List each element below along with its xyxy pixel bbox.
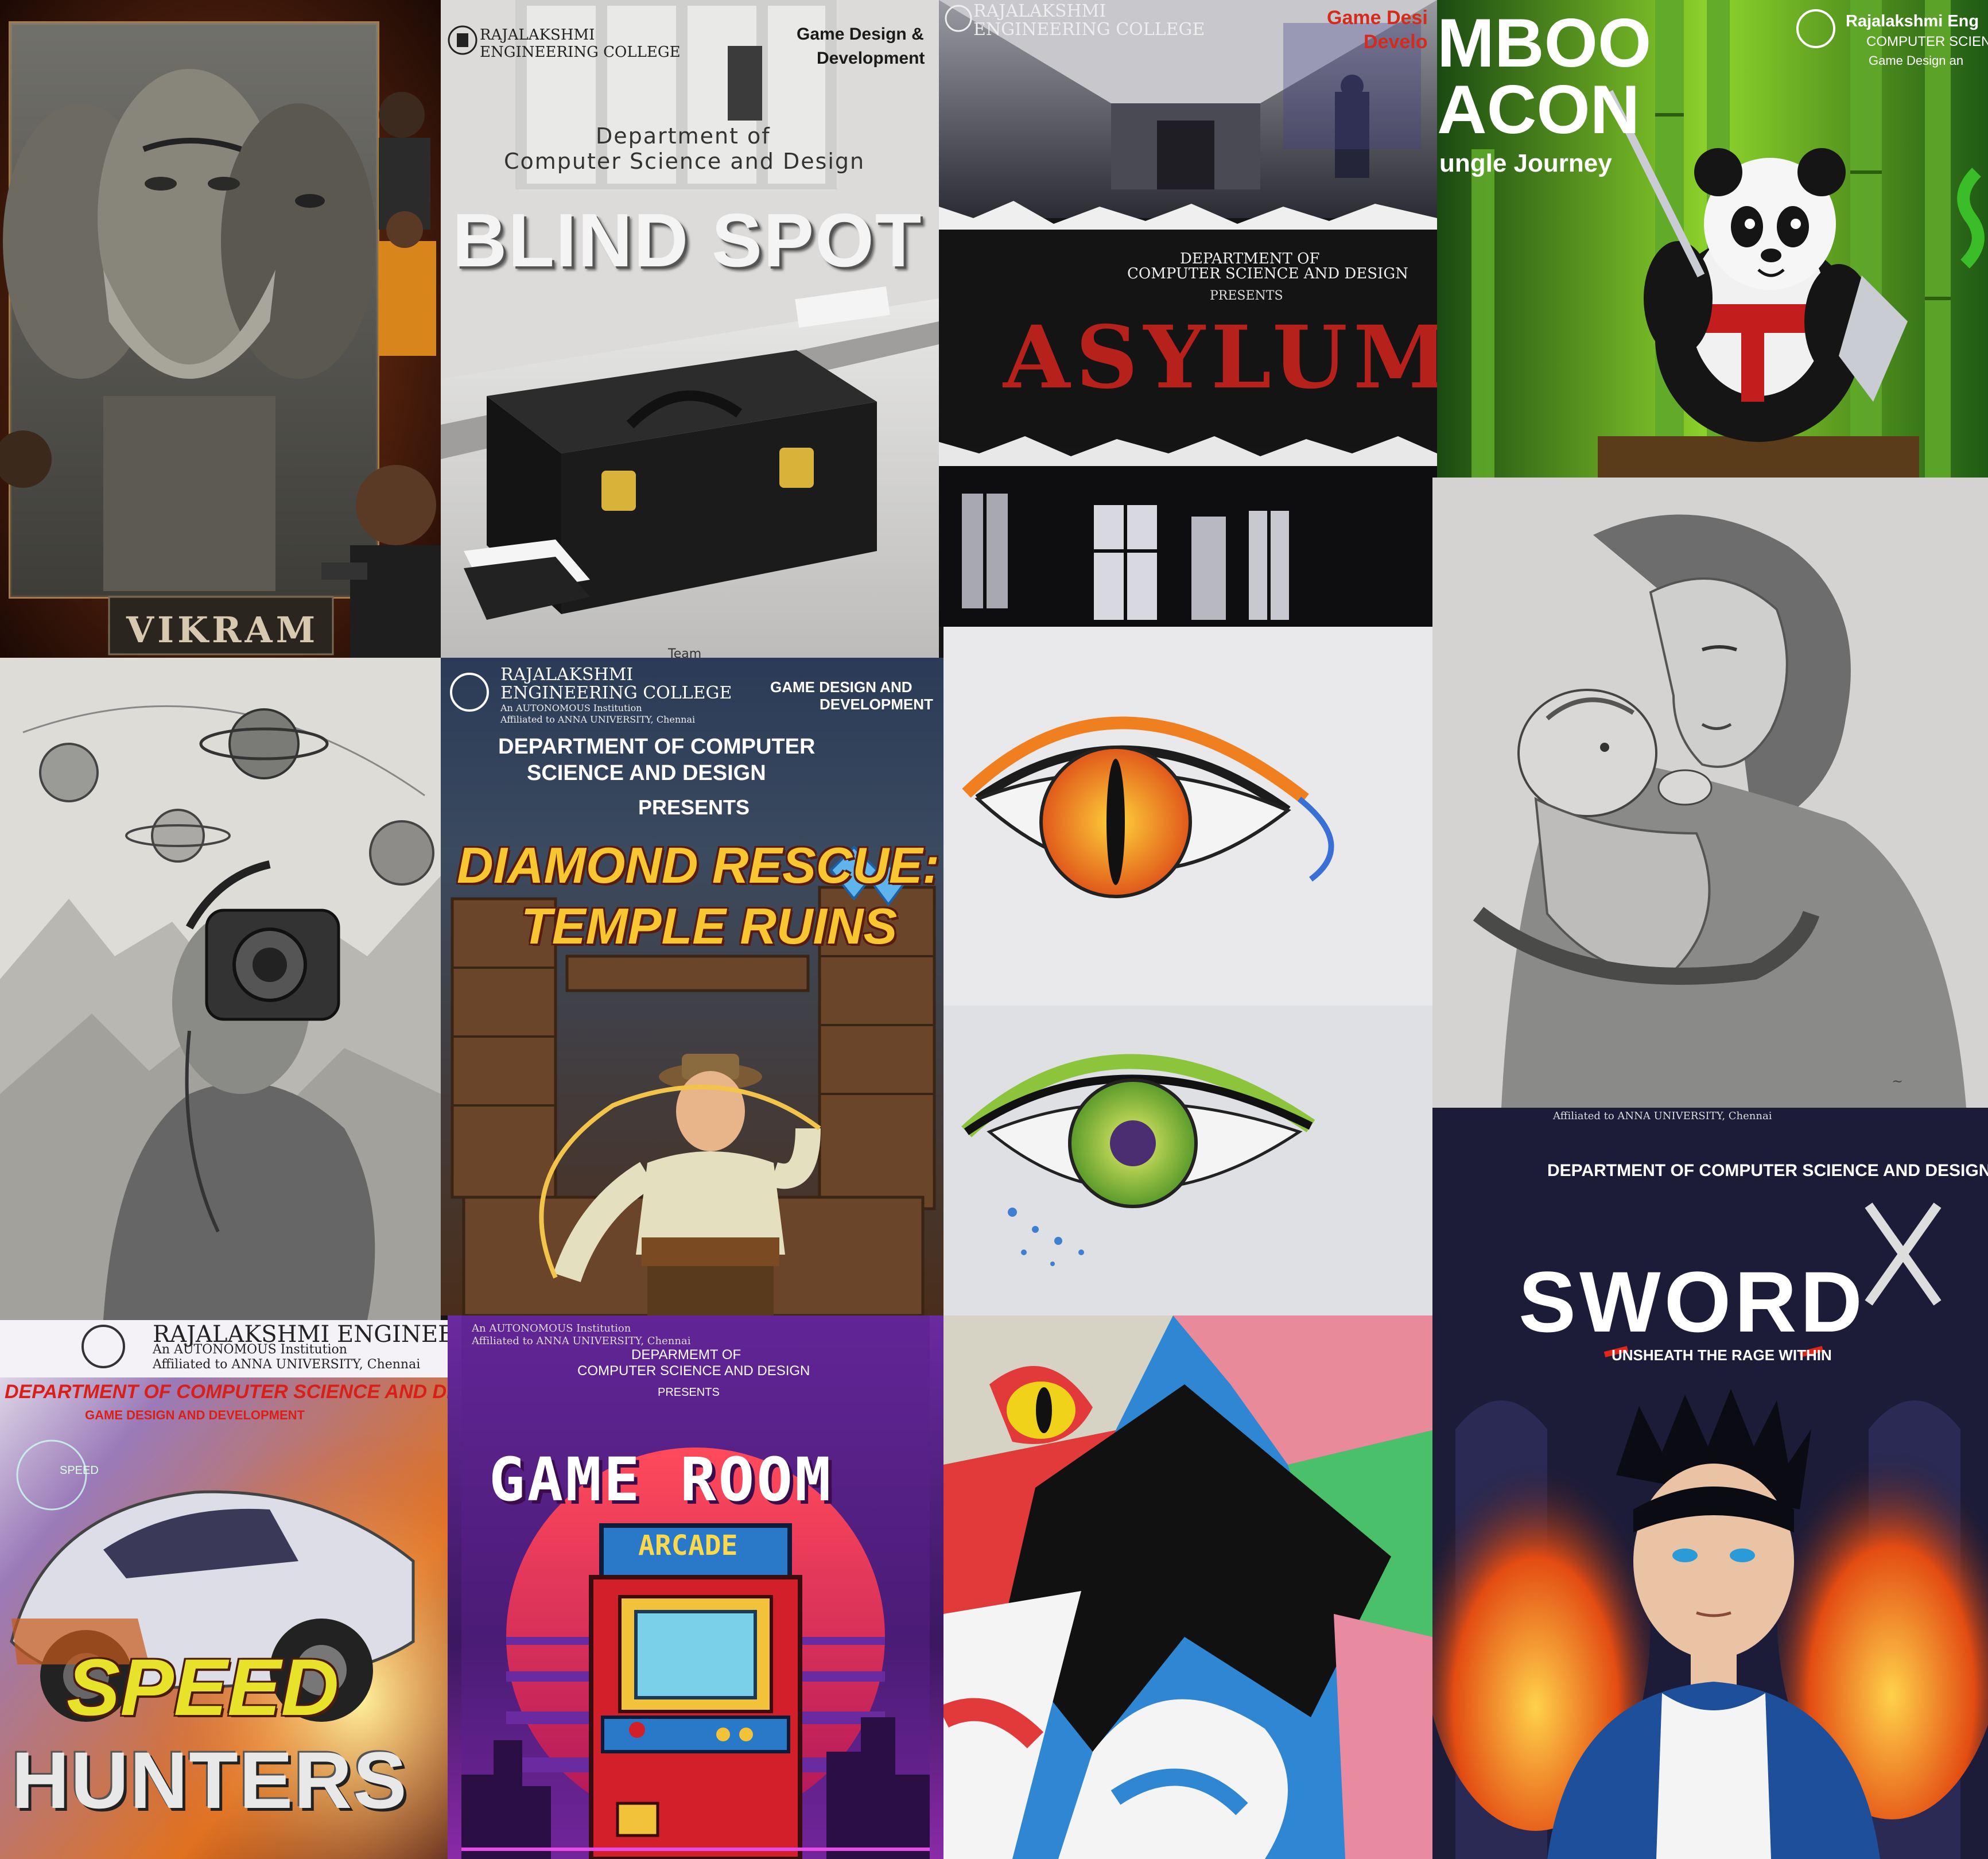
speed-college-line3: Affiliated to ANNA UNIVERSITY, Chennai [153,1357,421,1372]
sword-title: SWORD [1519,1253,1866,1350]
blind-spot-dept-line1: Department of [596,123,771,149]
sword-top-note: Affiliated to ANNA UNIVERSITY, Chennai [1553,1110,1772,1122]
game-room-arcade-label: ARCADE [638,1530,738,1562]
blind-spot-title: BLIND SPOT [452,198,923,282]
sword-subtitle: UNSHEATH THE RAGE WITHIN [1612,1346,1832,1364]
game-room-college-line1: An AUTONOMOUS Institution [472,1322,631,1334]
game-room-college-line2: Affiliated to ANNA UNIVERSITY, Chennai [472,1335,691,1347]
diamond-title-line1: DIAMOND RESCUE: [457,837,939,894]
sword-x-artwork [1432,1108,1988,1859]
bamboo-title-line1: MBOO [1437,5,1652,81]
eyes-drawing [943,627,1432,1315]
diamond-college-line3: An AUTONOMOUS Institution [500,703,642,713]
blind-spot-college-line2: ENGINEERING COLLEGE [480,44,681,61]
vikram-title: VIKRAM [126,609,319,651]
game-room-dept-line1: DEPARMEMT OF [631,1347,741,1363]
colourful-creature-artwork [943,1315,1432,1859]
asylum-college-line2: ENGINEERING COLLEGE [973,20,1205,40]
blind-spot-footer: Team [668,647,702,658]
asylum-presents: PRESENTS [1210,289,1283,303]
speed-title-line2: HUNTERS [11,1735,408,1825]
speed-hunters-poster: RAJALAKSHMI ENGINEERING COLLEGE An AUTON… [0,1320,448,1859]
game-room-title: GAME ROOM [489,1445,833,1515]
diamond-college-line2: ENGINEERING COLLEGE [500,683,732,703]
mother-baby-drawing: ~ [1432,478,1988,1108]
speed-college-line2: An AUTONOMOUS Institution [153,1342,347,1357]
colourful-creature-drawing [943,1315,1432,1859]
vr-headset-drawing [0,658,441,1320]
bamboo-college-line2: COMPUTER SCIENC [1866,34,1988,49]
blind-spot-college-line1: RAJALAKSHMI [480,26,595,44]
speed-dept: DEPARTMENT OF COMPUTER SCIENCE AND DESIG… [5,1381,448,1403]
bamboo-college-line1: Rajalakshmi Eng [1846,12,1979,30]
diamond-presents: PRESENTS [638,795,750,819]
asylum-college-line1: RAJALAKSHMI [973,1,1106,21]
blind-spot-poster: RAJALAKSHMI ENGINEERING COLLEGE Game Des… [441,0,939,658]
vr-headset-sketch [0,658,441,1320]
diamond-dept-line2: SCIENCE AND DESIGN [527,761,766,785]
diamond-dept-line1: DEPARTMENT OF COMPUTER [498,735,816,759]
game-room-dept-line2: COMPUTER SCIENCE AND DESIGN [577,1363,810,1379]
diamond-college-line4: Affiliated to ANNA UNIVERSITY, Chennai [500,714,696,725]
bamboo-poster: Rajalakshmi Eng COMPUTER SCIENC Game Des… [1437,0,1988,478]
asylum-title: ASYLUM [1003,307,1437,408]
diamond-tagline-line1: GAME DESIGN AND [770,678,913,696]
diamond-title-line2: TEMPLE RUINS [521,898,898,954]
bamboo-subtitle: ungle Journey [1439,149,1612,177]
vikram-artwork [0,0,441,658]
asylum-tagline-line1: Game Desi [1327,7,1428,29]
mother-baby-sketch: ~ [1432,478,1988,1108]
speed-hud-label: SPEED [60,1464,99,1477]
game-room-presents: PRESENTS [658,1386,720,1399]
asylum-dept-line2: COMPUTER SCIENCE AND DESIGN [1127,265,1408,282]
game-room-poster: An AUTONOMOUS Institution Affiliated to … [448,1315,943,1859]
poster-collage: VIKRAM RAJALAKSHMI ENGINEERING COLLEGE G… [0,0,1988,1859]
bamboo-title-line2: ACON [1437,71,1640,148]
speed-title-line1: SPEED [67,1642,339,1732]
blind-spot-tagline-line1: Game Design & [797,25,924,44]
diamond-rescue-poster: RAJALAKSHMI ENGINEERING COLLEGE An AUTON… [441,658,943,1315]
blind-spot-artwork [441,0,939,658]
blind-spot-dept-line2: Computer Science and Design [504,149,865,174]
sword-dept: DEPARTMENT OF COMPUTER SCIENCE AND DESIG… [1547,1161,1988,1180]
diamond-tagline-line2: DEVELOPMENT [820,696,933,713]
blind-spot-tagline-line2: Development [817,49,925,68]
svg-text:~: ~ [1892,1073,1903,1089]
speed-sub: GAME DESIGN AND DEVELOPMENT [85,1408,305,1422]
vikram-poster: VIKRAM [0,0,441,658]
diamond-college-line1: RAJALAKSHMI [500,665,634,685]
asylum-tagline-line2: Develo [1364,31,1428,53]
bamboo-college-line3: Game Design an [1869,53,1964,68]
asylum-poster: RAJALAKSHMI ENGINEERING COLLEGE Game Des… [939,0,1437,627]
eyes-artwork [943,627,1432,1315]
sword-x-poster: Affiliated to ANNA UNIVERSITY, Chennai D… [1432,1108,1988,1859]
